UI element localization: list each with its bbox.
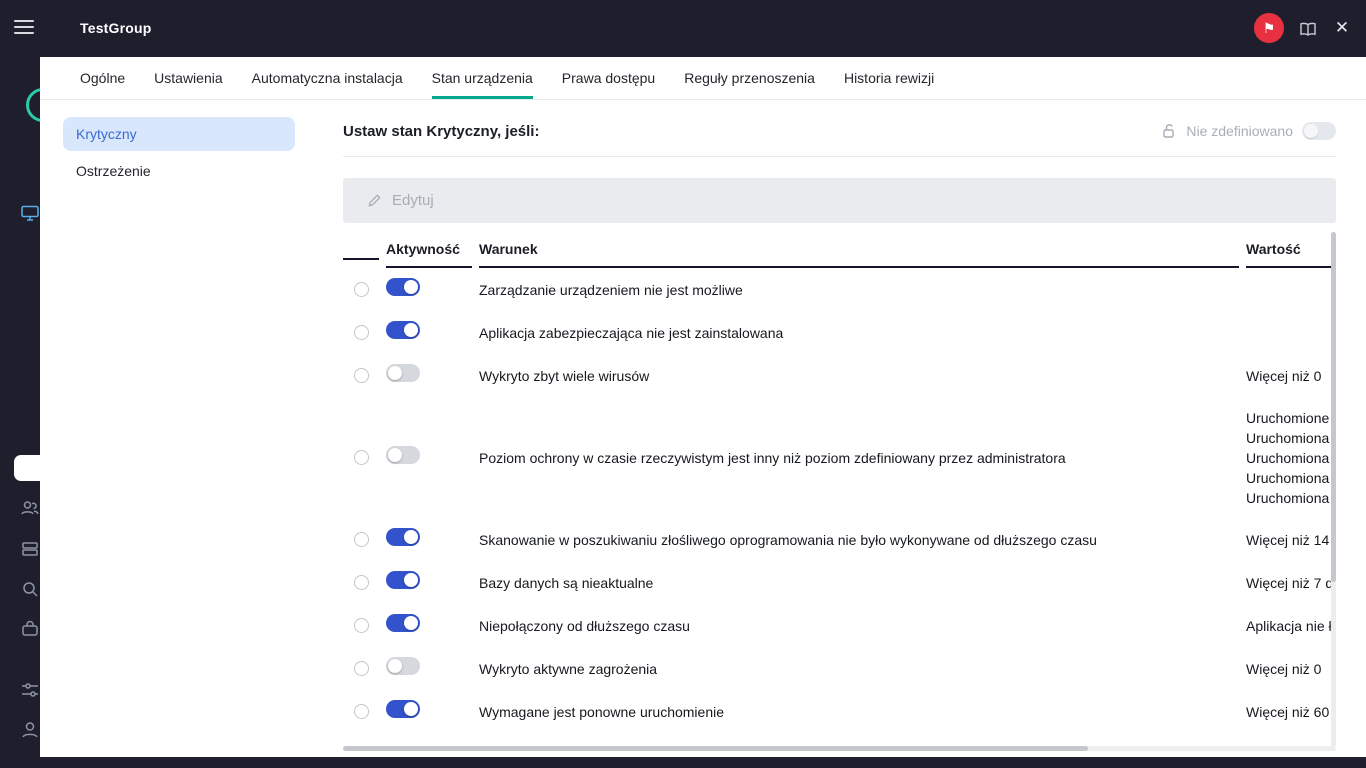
value-cell: Więcej niż 0: [1246, 368, 1336, 384]
tab-ustawienia[interactable]: Ustawienia: [154, 57, 222, 99]
condition-text: Zarządzanie urządzeniem nie jest możliwe: [479, 282, 1239, 298]
value-cell: Więcej niż 60: [1246, 704, 1336, 720]
condition-row: Niepołączony od dłuższego czasu Aplikacj…: [343, 604, 1336, 647]
tab-automatyczna-instalacja[interactable]: Automatyczna instalacja: [252, 57, 403, 99]
row-radio[interactable]: [354, 532, 369, 547]
bag-icon[interactable]: [20, 619, 40, 639]
status-side-list: Krytyczny Ostrzeżenie: [63, 117, 295, 191]
group-properties-dialog: Ogólne Ustawienia Automatyczna instalacj…: [40, 57, 1366, 757]
col-warunek: Warunek: [479, 233, 1239, 268]
horizontal-scrollbar[interactable]: [343, 746, 1336, 751]
row-radio[interactable]: [354, 704, 369, 719]
tab-historia-rewizji[interactable]: Historia rewizji: [844, 57, 934, 99]
condition-row: Skanowanie w poszukiwaniu złośliwego opr…: [343, 518, 1336, 561]
row-toggle[interactable]: [386, 278, 420, 296]
row-radio[interactable]: [354, 450, 369, 465]
value-cell: Więcej niż 7 d: [1246, 575, 1336, 591]
condition-row: Wykryto zbyt wiele wirusów Więcej niż 0: [343, 354, 1336, 397]
condition-text: Wykryto aktywne zagrożenia: [479, 661, 1239, 677]
titlebar: TestGroup ⚑ ✕: [0, 0, 1366, 57]
open-lock-icon: [1161, 123, 1177, 139]
tab-prawa-dostepu[interactable]: Prawa dostępu: [562, 57, 655, 99]
row-radio[interactable]: [354, 368, 369, 383]
row-toggle[interactable]: [386, 700, 420, 718]
dialog-tabs: Ogólne Ustawienia Automatyczna instalacj…: [40, 57, 1366, 100]
condition-row: Wykryto aktywne zagrożenia Więcej niż 0: [343, 647, 1336, 690]
row-toggle[interactable]: [386, 571, 420, 589]
col-radio: [343, 241, 379, 260]
condition-text: Bazy danych są nieaktualne: [479, 575, 1239, 591]
menu-icon[interactable]: [14, 20, 34, 36]
edit-button-label: Edytuj: [392, 192, 434, 209]
tab-reguly-przenoszenia[interactable]: Reguły przenoszenia: [684, 57, 815, 99]
row-toggle[interactable]: [386, 614, 420, 632]
vertical-scrollbar-thumb[interactable]: [1331, 232, 1336, 582]
left-rail: [0, 57, 40, 768]
active-nav-pill: [14, 455, 40, 481]
flag-badge-icon[interactable]: ⚑: [1254, 13, 1284, 43]
row-toggle[interactable]: [386, 446, 420, 464]
tab-stan-urzadzenia[interactable]: Stan urządzenia: [432, 57, 533, 99]
condition-text: Skanowanie w poszukiwaniu złośliwego opr…: [479, 532, 1239, 548]
conditions-table-header: Aktywność Warunek Wartość: [343, 233, 1336, 268]
panel-title: Ustaw stan Krytyczny, jeśli:: [343, 123, 539, 140]
inheritance-control: Nie zdefiniowano: [1161, 122, 1336, 140]
account-icon[interactable]: [20, 720, 40, 740]
col-aktywnosc: Aktywność: [386, 233, 472, 268]
condition-text: Aplikacja zabezpieczająca nie jest zains…: [479, 325, 1239, 341]
pencil-icon: [367, 193, 382, 208]
row-radio[interactable]: [354, 618, 369, 633]
conditions-panel: Ustaw stan Krytyczny, jeśli: Nie zdefini…: [343, 100, 1336, 757]
devices-monitor-icon[interactable]: [20, 203, 40, 223]
logo-ring: [26, 88, 40, 122]
search-icon[interactable]: [20, 579, 40, 599]
row-radio[interactable]: [354, 282, 369, 297]
row-toggle[interactable]: [386, 321, 420, 339]
condition-text: Wymagane jest ponowne uruchomienie: [479, 704, 1239, 720]
condition-row: Aplikacja zabezpieczająca nie jest zains…: [343, 311, 1336, 354]
undefined-state-toggle[interactable]: [1302, 122, 1336, 140]
condition-row: Wymagane jest ponowne uruchomienie Więce…: [343, 690, 1336, 733]
horizontal-scrollbar-thumb[interactable]: [343, 746, 1088, 751]
row-toggle[interactable]: [386, 364, 420, 382]
row-toggle[interactable]: [386, 657, 420, 675]
row-toggle[interactable]: [386, 528, 420, 546]
tab-ogolne[interactable]: Ogólne: [80, 57, 125, 99]
vertical-scrollbar[interactable]: [1331, 232, 1336, 747]
help-book-icon[interactable]: [1298, 19, 1318, 39]
value-cell: Więcej niż 0: [1246, 661, 1336, 677]
value-cell: Aplikacja nie ł: [1246, 618, 1336, 634]
row-radio[interactable]: [354, 661, 369, 676]
condition-row: Poziom ochrony w czasie rzeczywistym jes…: [343, 397, 1336, 518]
condition-row: Zarządzanie urządzeniem nie jest możliwe: [343, 268, 1336, 311]
sliders-icon[interactable]: [20, 680, 40, 700]
value-cell: Więcej niż 14: [1246, 532, 1336, 548]
conditions-rows: Zarządzanie urządzeniem nie jest możliwe…: [343, 268, 1336, 733]
sidebar-item-ostrzezenie[interactable]: Ostrzeżenie: [63, 154, 295, 188]
value-cell: UruchomioneUruchomionaUruchomionaUruchom…: [1246, 408, 1336, 508]
panel-header: Ustaw stan Krytyczny, jeśli: Nie zdefini…: [343, 100, 1336, 157]
row-radio[interactable]: [354, 325, 369, 340]
close-icon[interactable]: ✕: [1332, 17, 1352, 39]
condition-text: Niepołączony od dłuższego czasu: [479, 618, 1239, 634]
row-radio[interactable]: [354, 575, 369, 590]
window-title: TestGroup: [80, 20, 152, 36]
lock-status-label: Nie zdefiniowano: [1186, 123, 1293, 139]
condition-text: Wykryto zbyt wiele wirusów: [479, 368, 1239, 384]
servers-icon[interactable]: [20, 539, 40, 559]
condition-row: Bazy danych są nieaktualne Więcej niż 7 …: [343, 561, 1336, 604]
condition-text: Poziom ochrony w czasie rzeczywistym jes…: [479, 450, 1239, 466]
users-icon[interactable]: [20, 498, 40, 518]
edit-button[interactable]: Edytuj: [343, 178, 1336, 223]
col-wartosc: Wartość: [1246, 233, 1336, 268]
sidebar-item-krytyczny[interactable]: Krytyczny: [63, 117, 295, 151]
screen: TestGroup ⚑ ✕: [0, 0, 1366, 768]
